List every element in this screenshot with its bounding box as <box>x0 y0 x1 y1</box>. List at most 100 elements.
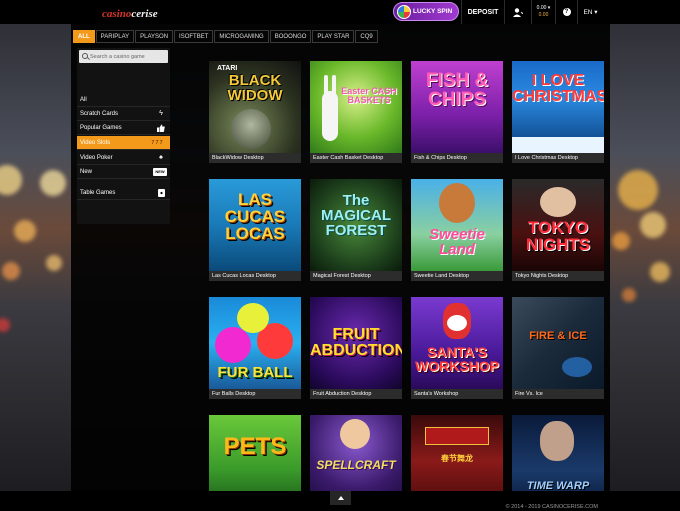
game-title-art: Easter CASH BASKETS <box>341 86 397 105</box>
category-label: All <box>80 97 87 103</box>
category-label: Table Games <box>80 190 116 196</box>
game-thumbnail[interactable]: TOKYO NIGHTS <box>512 179 604 271</box>
game-thumbnail[interactable]: SANTA'S WORKSHOP <box>411 297 503 389</box>
game-thumbnail[interactable]: Easter CASH BASKETS <box>310 61 402 153</box>
bonus-amount: 0.00 <box>538 12 549 18</box>
top-navigation-bar: casinocerise LUCKY SPIN DEPOSIT 0.00 ▾ 0… <box>0 0 680 24</box>
game-thumbnail[interactable]: LAS CUCAS LOCAS <box>209 179 301 271</box>
dice-icon <box>157 189 165 197</box>
game-title-art: SANTA'S WORKSHOP <box>415 344 499 374</box>
category-label: Scratch Cards <box>80 111 119 117</box>
provider-tab-isoftbet[interactable]: ISOFTBET <box>174 30 214 43</box>
game-name[interactable]: Easter Cash Basket Desktop <box>310 153 402 163</box>
game-name[interactable]: Fur Balls Desktop <box>209 389 301 399</box>
search-input[interactable] <box>90 51 166 62</box>
game-name[interactable]: Fish & Chips Desktop <box>411 153 503 163</box>
category-scratch-cards[interactable]: Scratch Cards ϟ <box>77 107 170 121</box>
deposit-button[interactable]: DEPOSIT <box>461 0 504 24</box>
provider-tab-pariplay[interactable]: PARIPLAY <box>95 30 135 43</box>
provider-tab-all[interactable]: ALL <box>73 30 95 43</box>
spade-icon: ♠ <box>159 154 163 161</box>
question-icon: ? <box>562 8 571 16</box>
game-brand-text: ATARI <box>217 65 238 72</box>
game-card-i-love-christmas[interactable]: I LOVE CHRISTMAS I Love Christmas Deskto… <box>512 61 604 163</box>
provider-tab-microgaming[interactable]: MICROGAMING <box>214 30 269 43</box>
game-card-fire-vs-ice[interactable]: FIRE & ICE Fire Vs. Ice <box>512 297 604 399</box>
game-name[interactable]: I Love Christmas Desktop <box>512 153 604 163</box>
game-name[interactable]: Fire Vs. Ice <box>512 389 604 399</box>
game-name[interactable]: BlackWidow Desktop <box>209 153 301 163</box>
user-menu-button[interactable] <box>504 0 531 24</box>
category-new[interactable]: New NEW <box>77 165 170 179</box>
search-box <box>79 50 168 63</box>
game-title-art: BLACK WIDOW <box>227 72 283 104</box>
provider-tab-playson[interactable]: PLAYSON <box>135 30 174 43</box>
balance-display[interactable]: 0.00 ▾ 0.00 <box>531 0 555 24</box>
game-thumbnail[interactable]: ATARI BLACK WIDOW <box>209 61 301 153</box>
category-all[interactable]: All <box>77 93 170 107</box>
game-title-art: FUR BALL <box>217 364 293 381</box>
game-title-art: Sweetie Land <box>429 226 485 258</box>
game-thumbnail[interactable]: FRUIT ABDUCTION <box>310 297 402 389</box>
game-title-art: SPELLCRAFT <box>316 458 396 472</box>
lucky-spin-label: LUCKY SPIN <box>413 8 453 15</box>
game-card-fruit-abduction[interactable]: FRUIT ABDUCTION Fruit Abduction Desktop <box>310 297 402 399</box>
lucky-spin-button[interactable]: LUCKY SPIN <box>393 2 459 21</box>
game-title-art: TOKYO NIGHTS <box>525 218 591 254</box>
game-name[interactable]: Tokyo Nights Desktop <box>512 271 604 281</box>
game-title-art: The MAGICAL FOREST <box>321 192 391 239</box>
provider-tab-play-star[interactable]: PLAY STAR <box>312 30 355 43</box>
game-thumbnail[interactable]: I LOVE CHRISTMAS <box>512 61 604 153</box>
777-icon: 7 7 7 <box>151 140 163 146</box>
game-card-magical-forest[interactable]: The MAGICAL FOREST Magical Forest Deskto… <box>310 179 402 281</box>
game-card-tokyo-nights[interactable]: TOKYO NIGHTS Tokyo Nights Desktop <box>512 179 604 281</box>
search-icon <box>82 53 88 59</box>
category-sidebar: All Scratch Cards ϟ Popular Games Video … <box>77 48 170 224</box>
provider-tab-booongo[interactable]: BOOONGO <box>269 30 312 43</box>
help-button[interactable]: ? <box>555 0 577 24</box>
balance-amount: 0.00 ▾ <box>536 5 551 11</box>
scroll-to-top-button[interactable] <box>330 491 351 505</box>
category-video-slots[interactable]: Video Slots 7 7 7 <box>77 136 170 150</box>
game-card-easter-cash-basket[interactable]: Easter CASH BASKETS Easter Cash Basket D… <box>310 61 402 163</box>
category-video-poker[interactable]: Video Poker ♠ <box>77 151 170 165</box>
game-name[interactable]: Santa's Workshop <box>411 389 503 399</box>
game-card-sweetie-land[interactable]: Sweetie Land Sweetie Land Desktop <box>411 179 503 281</box>
game-name[interactable]: Las Cucas Locas Desktop <box>209 271 301 281</box>
game-thumbnail[interactable]: FIRE & ICE <box>512 297 604 389</box>
wheel-icon <box>397 5 411 19</box>
game-card-fur-balls[interactable]: FUR BALL Fur Balls Desktop <box>209 297 301 399</box>
category-popular-games[interactable]: Popular Games <box>77 121 170 135</box>
language-selector[interactable]: EN ▾ <box>577 0 603 24</box>
casino-logo[interactable]: casinocerise <box>102 8 158 20</box>
game-card-fish-and-chips[interactable]: FISH & CHIPS Fish & Chips Desktop <box>411 61 503 163</box>
user-icon <box>513 7 523 17</box>
category-label: Popular Games <box>80 125 122 131</box>
lightning-icon: ϟ <box>159 110 163 117</box>
game-thumbnail[interactable]: FISH & CHIPS <box>411 61 503 153</box>
logo-text-cerise: cerise <box>131 8 158 20</box>
logo-text-casino: casino <box>102 8 132 20</box>
category-label: Video Poker <box>80 155 113 161</box>
game-title-art: PETS <box>223 433 287 460</box>
game-name[interactable]: Fruit Abduction Desktop <box>310 389 402 399</box>
provider-filter-bar: ALL PARIPLAY PLAYSON ISOFTBET MICROGAMIN… <box>73 30 379 43</box>
game-card-las-cucas-locas[interactable]: LAS CUCAS LOCAS Las Cucas Locas Desktop <box>209 179 301 281</box>
game-thumbnail[interactable]: Sweetie Land <box>411 179 503 271</box>
game-name[interactable]: Sweetie Land Desktop <box>411 271 503 281</box>
copyright-text: © 2014 - 2019 CASINOCERISE.COM <box>505 504 598 510</box>
category-table-games[interactable]: Table Games <box>77 186 170 200</box>
new-badge-icon: NEW <box>153 168 167 176</box>
game-thumbnail[interactable]: The MAGICAL FOREST <box>310 179 402 271</box>
game-title-art: FRUIT ABDUCTION <box>310 326 402 359</box>
thumbs-up-icon <box>157 124 165 132</box>
games-panel: ALL PARIPLAY PLAYSON ISOFTBET MICROGAMIN… <box>71 24 610 507</box>
game-title-art: I LOVE CHRISTMAS <box>512 72 604 105</box>
category-label: New <box>80 169 93 175</box>
game-card-santas-workshop[interactable]: SANTA'S WORKSHOP Santa's Workshop <box>411 297 503 399</box>
provider-tab-cq9[interactable]: CQ9 <box>355 30 378 43</box>
game-name[interactable]: Magical Forest Desktop <box>310 271 402 281</box>
game-title-art: FISH & CHIPS <box>425 70 489 110</box>
game-thumbnail[interactable]: FUR BALL <box>209 297 301 389</box>
game-card-black-widow[interactable]: ATARI BLACK WIDOW BlackWidow Desktop <box>209 61 301 163</box>
